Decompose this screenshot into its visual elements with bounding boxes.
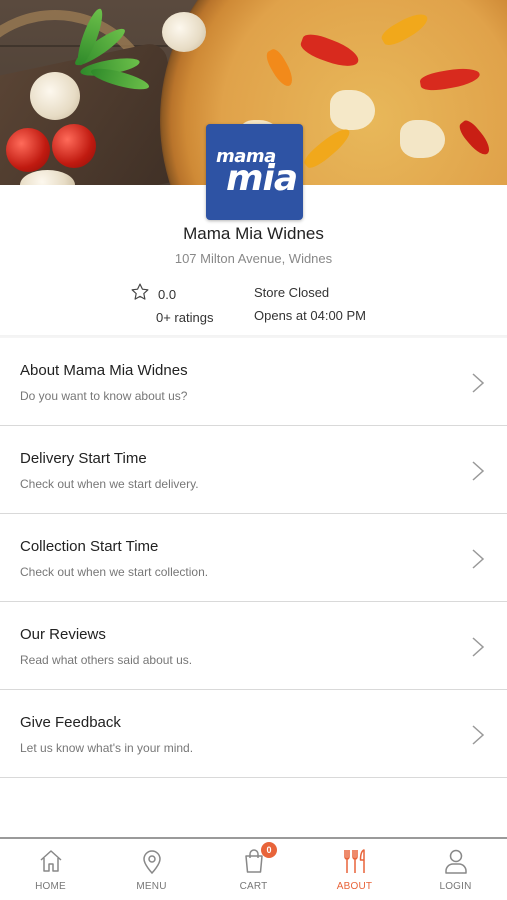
store-name: Mama Mia Widnes xyxy=(183,224,324,243)
nav-tab-home[interactable]: HOME xyxy=(0,839,101,900)
store-address: 107 Milton Avenue, Widnes xyxy=(174,251,333,266)
menu-item-collection-start-time[interactable]: Collection Start Time Check out when we … xyxy=(0,514,507,602)
store-opening-hours: Opens at 04:00 PM xyxy=(254,308,367,323)
menu-item-subtitle: Check out when we start collection. xyxy=(20,565,209,579)
nav-label: HOME xyxy=(35,881,66,892)
cart-count-badge: 0 xyxy=(261,842,277,858)
bottom-navigation-bar: HOME MENU 0 CART ABOUT LOGIN xyxy=(0,837,507,900)
ratings-count: 0+ ratings xyxy=(156,310,214,325)
nav-tab-login[interactable]: LOGIN xyxy=(405,839,506,900)
store-status-block: Store Closed Opens at 04:00 PM xyxy=(254,285,414,323)
nav-tab-about[interactable]: ABOUT xyxy=(304,839,405,900)
menu-item-subtitle: Check out when we start delivery. xyxy=(20,477,199,491)
menu-item-title: Delivery Start Time xyxy=(20,450,147,467)
menu-item-delivery-start-time[interactable]: Delivery Start Time Check out when we st… xyxy=(0,426,507,514)
nav-label: CART xyxy=(239,881,268,892)
about-menu-list: About Mama Mia Widnes Do you want to kno… xyxy=(0,338,507,778)
location-pin-icon xyxy=(142,850,161,875)
chevron-right-icon xyxy=(472,373,485,393)
nav-label: MENU xyxy=(136,881,167,892)
nav-tab-cart[interactable]: 0 CART xyxy=(203,839,304,900)
store-logo: mama mia xyxy=(206,124,303,220)
menu-item-our-reviews[interactable]: Our Reviews Read what others said about … xyxy=(0,602,507,690)
chevron-right-icon xyxy=(472,637,485,657)
menu-item-subtitle: Do you want to know about us? xyxy=(20,389,188,403)
nav-label: ABOUT xyxy=(336,881,373,892)
menu-item-title: Collection Start Time xyxy=(20,538,159,555)
menu-item-about[interactable]: About Mama Mia Widnes Do you want to kno… xyxy=(0,338,507,426)
logo-text-mia: mia xyxy=(226,158,298,199)
rating-value: 0.0 xyxy=(158,287,177,302)
nav-tab-menu[interactable]: MENU xyxy=(101,839,202,900)
menu-item-title: Our Reviews xyxy=(20,626,106,643)
menu-item-title: About Mama Mia Widnes xyxy=(20,362,188,379)
chevron-right-icon xyxy=(472,549,485,569)
rating-block[interactable]: 0.0 0+ ratings xyxy=(130,282,250,326)
menu-item-subtitle: Let us know what's in your mind. xyxy=(20,741,194,755)
user-icon xyxy=(444,849,467,874)
menu-item-subtitle: Read what others said about us. xyxy=(20,653,193,667)
star-icon xyxy=(131,283,149,300)
chevron-right-icon xyxy=(472,725,485,745)
menu-item-title: Give Feedback xyxy=(20,714,121,731)
home-icon xyxy=(39,850,62,872)
menu-item-give-feedback[interactable]: Give Feedback Let us know what's in your… xyxy=(0,690,507,778)
nav-label: LOGIN xyxy=(439,881,472,892)
store-status: Store Closed xyxy=(254,285,330,300)
utensils-icon xyxy=(343,849,365,873)
chevron-right-icon xyxy=(472,461,485,481)
